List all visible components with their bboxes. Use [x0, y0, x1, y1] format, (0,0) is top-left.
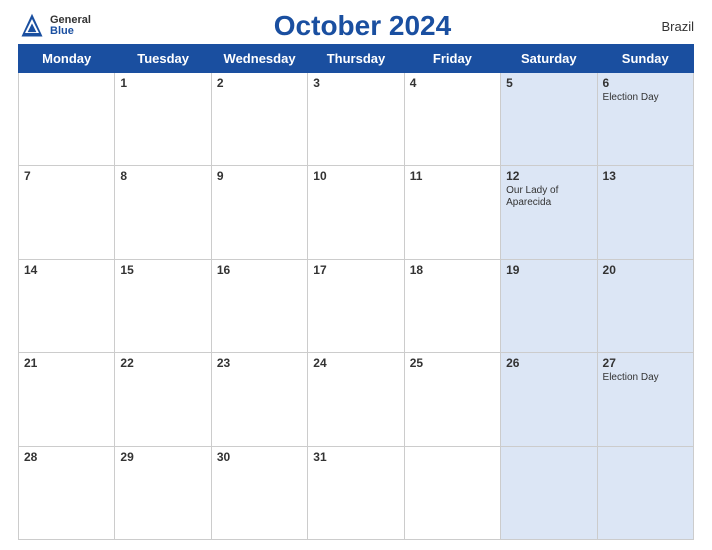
week-row-5: 28 29 30 31 [19, 446, 694, 539]
calendar-cell: 1 [115, 73, 211, 166]
calendar-cell: 21 [19, 353, 115, 446]
day-number: 27 [603, 356, 688, 370]
logo-blue: Blue [50, 26, 91, 37]
day-number: 2 [217, 76, 302, 90]
day-number: 4 [410, 76, 495, 90]
logo-area: General Blue [18, 12, 91, 40]
calendar-cell: 27 Election Day [597, 353, 693, 446]
calendar-cell: 22 [115, 353, 211, 446]
calendar-cell: 9 [211, 166, 307, 259]
calendar-cell: 4 [404, 73, 500, 166]
calendar-cell: 17 [308, 259, 404, 352]
calendar-cell: 16 [211, 259, 307, 352]
logo-text: General Blue [50, 15, 91, 37]
day-number: 22 [120, 356, 205, 370]
calendar-cell: 11 [404, 166, 500, 259]
calendar-cell [501, 446, 597, 539]
day-number: 16 [217, 263, 302, 277]
day-number: 13 [603, 169, 688, 183]
calendar-cell: 13 [597, 166, 693, 259]
calendar-header: General Blue October 2024 Brazil [18, 10, 694, 42]
day-number: 15 [120, 263, 205, 277]
calendar-cell: 12 Our Lady of Aparecida [501, 166, 597, 259]
day-number: 10 [313, 169, 398, 183]
day-number: 23 [217, 356, 302, 370]
calendar-cell: 15 [115, 259, 211, 352]
calendar-cell [597, 446, 693, 539]
day-number: 19 [506, 263, 591, 277]
calendar-table: Monday Tuesday Wednesday Thursday Friday… [18, 44, 694, 540]
calendar-cell: 20 [597, 259, 693, 352]
weekday-header-row: Monday Tuesday Wednesday Thursday Friday… [19, 45, 694, 73]
calendar-cell: 29 [115, 446, 211, 539]
day-number: 24 [313, 356, 398, 370]
day-number: 30 [217, 450, 302, 464]
day-number: 6 [603, 76, 688, 90]
day-number: 26 [506, 356, 591, 370]
calendar-cell: 18 [404, 259, 500, 352]
day-number: 18 [410, 263, 495, 277]
calendar-cell: 10 [308, 166, 404, 259]
calendar-cell: 5 [501, 73, 597, 166]
col-tuesday: Tuesday [115, 45, 211, 73]
week-row-1: 123456 Election Day [19, 73, 694, 166]
event-label: Our Lady of Aparecida [506, 185, 591, 209]
week-row-3: 14 15 16 17 18 19 20 [19, 259, 694, 352]
day-number: 28 [24, 450, 109, 464]
country-label: Brazil [634, 19, 694, 34]
day-number: 11 [410, 169, 495, 183]
calendar-cell: 24 [308, 353, 404, 446]
day-number: 29 [120, 450, 205, 464]
calendar-cell: 31 [308, 446, 404, 539]
calendar-cell: 14 [19, 259, 115, 352]
calendar-title: October 2024 [91, 10, 634, 42]
calendar-cell: 8 [115, 166, 211, 259]
day-number: 12 [506, 169, 591, 183]
day-number: 14 [24, 263, 109, 277]
day-number: 20 [603, 263, 688, 277]
day-number: 5 [506, 76, 591, 90]
calendar-cell: 26 [501, 353, 597, 446]
week-row-4: 21 22 23 24 25 26 27 Election Day [19, 353, 694, 446]
calendar-cell: 23 [211, 353, 307, 446]
day-number: 21 [24, 356, 109, 370]
calendar-cell: 30 [211, 446, 307, 539]
col-saturday: Saturday [501, 45, 597, 73]
col-sunday: Sunday [597, 45, 693, 73]
calendar-cell: 3 [308, 73, 404, 166]
calendar-cell: 25 [404, 353, 500, 446]
day-number: 7 [24, 169, 109, 183]
day-number: 17 [313, 263, 398, 277]
calendar-cell: 7 [19, 166, 115, 259]
calendar-cell: 2 [211, 73, 307, 166]
col-wednesday: Wednesday [211, 45, 307, 73]
day-number: 8 [120, 169, 205, 183]
calendar-cell: 6 Election Day [597, 73, 693, 166]
day-number: 31 [313, 450, 398, 464]
event-label: Election Day [603, 372, 688, 384]
week-row-2: 789 10 11 12 Our Lady of Aparecida 13 [19, 166, 694, 259]
day-number: 3 [313, 76, 398, 90]
calendar-cell [19, 73, 115, 166]
calendar-cell: 19 [501, 259, 597, 352]
col-friday: Friday [404, 45, 500, 73]
general-blue-icon [18, 12, 46, 40]
day-number: 25 [410, 356, 495, 370]
col-monday: Monday [19, 45, 115, 73]
event-label: Election Day [603, 92, 688, 104]
day-number: 1 [120, 76, 205, 90]
col-thursday: Thursday [308, 45, 404, 73]
calendar-cell [404, 446, 500, 539]
day-number: 9 [217, 169, 302, 183]
calendar-cell: 28 [19, 446, 115, 539]
